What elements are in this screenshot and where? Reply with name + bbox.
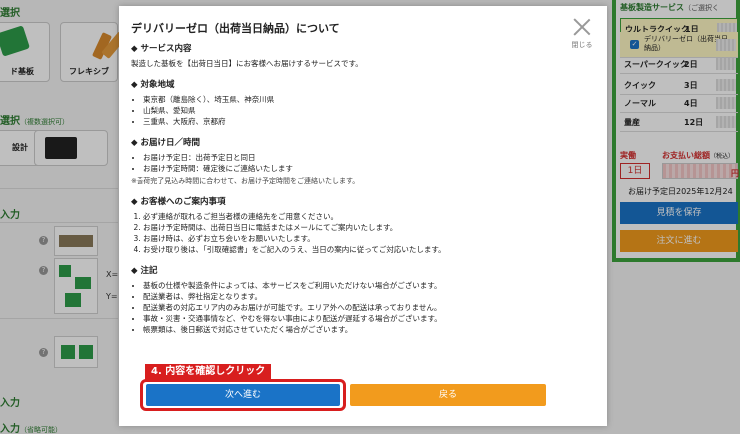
- list-item: 必ず連絡が取れるご担当者様の連絡先をご用意ください。: [143, 211, 563, 222]
- list-item: 基板の仕様や製造条件によっては、本サービスをご利用いただけない場合がございます。: [143, 280, 563, 291]
- section-text: 製造した基板を【出荷日当日】にお客様へお届けするサービスです。: [131, 59, 363, 68]
- list-item: 東京都（離島除く）、埼玉県、神奈川県: [143, 94, 563, 105]
- section-caution: ◆ 注記 基板の仕様や製造条件によっては、本サービスをご利用いただけない場合がご…: [131, 264, 563, 335]
- section-guidance: ◆ お客様へのご案内事項 必ず連絡が取れるご担当者様の連絡先をご用意ください。 …: [131, 195, 563, 255]
- list-item: 山梨県、愛知県: [143, 105, 563, 116]
- list-item: お届け時は、必ずお立ち会いをお願いいたします。: [143, 233, 563, 244]
- dialog-title: デリバリーゼロ（出荷当日納品）について: [131, 22, 340, 35]
- list-item: 三重県、大阪府、京都府: [143, 116, 563, 127]
- next-button[interactable]: 次へ進む: [146, 384, 340, 406]
- close-icon: [573, 18, 591, 36]
- instruction-annotation: 4. 内容を確認しクリック: [145, 364, 272, 380]
- list-item: 帳票類は、後日郵送で対応させていただく場合がございます。: [143, 324, 563, 335]
- section-heading: ◆ 対象地域: [131, 80, 175, 90]
- close-button[interactable]: 閉じる: [571, 18, 593, 50]
- list-item: お届け予定時間は、出荷日当日に電話またはメールにてご案内いたします。: [143, 222, 563, 233]
- list-item: お届け予定日：出荷予定日と同日: [143, 152, 563, 163]
- list-item: 配送業者は、弊社指定となります。: [143, 291, 563, 302]
- dialog-body: ◆ サービス内容 製造した基板を【出荷日当日】にお客様へお届けするサービスです。…: [131, 42, 563, 368]
- close-label: 閉じる: [571, 41, 593, 49]
- list-item: お届け予定時間：確定後にご連絡いたします: [143, 163, 563, 174]
- section-service: ◆ サービス内容 製造した基板を【出荷日当日】にお客様へお届けするサービスです。: [131, 42, 563, 69]
- delivery-zero-dialog: デリバリーゼロ（出荷当日納品）について 閉じる ◆ サービス内容 製造した基板を…: [119, 6, 607, 426]
- list-item: 事故・災害・交通事情など、やむを得ない事由により配送が遅延する場合がございます。: [143, 313, 563, 324]
- section-heading: ◆ 注記: [131, 266, 158, 276]
- list-item: 配送業者の対応エリア内のみお届けが可能です。エリア外への配送は承っておりません。: [143, 302, 563, 313]
- section-heading: ◆ お客様へのご案内事項: [131, 197, 226, 207]
- section-area: ◆ 対象地域 東京都（離島除く）、埼玉県、神奈川県 山梨県、愛知県 三重県、大阪…: [131, 78, 563, 127]
- section-heading: ◆ お届け日／時間: [131, 138, 200, 148]
- list-item: お受け取り後は、「引取確認書」をご記入のうえ、当日の案内に従ってご対応いたします…: [143, 244, 563, 255]
- section-heading: ◆ サービス内容: [131, 44, 192, 54]
- section-note: ※출荷完了見込み時間に合わせて、お届け予定時間をご連絡いたします。: [131, 177, 360, 185]
- section-delivery: ◆ お届け日／時間 お届け予定日：出荷予定日と同日 お届け予定時間：確定後にご連…: [131, 136, 563, 186]
- back-button[interactable]: 戻る: [350, 384, 546, 406]
